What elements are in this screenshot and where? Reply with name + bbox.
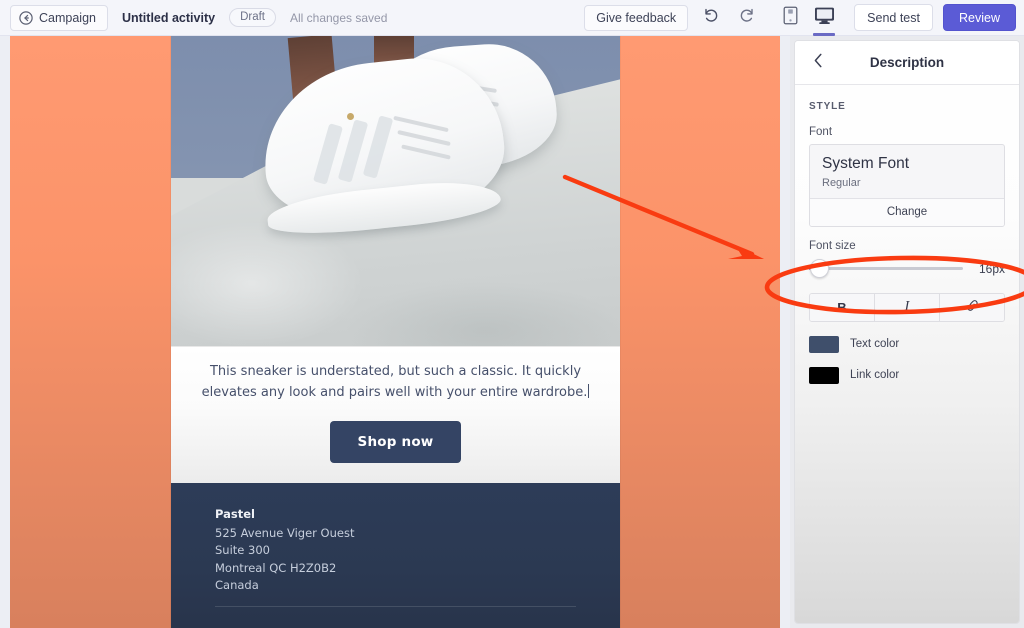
review-label: Review bbox=[959, 10, 1000, 25]
toolbar-left-group: Campaign Untitled activity Draft All cha… bbox=[0, 4, 388, 31]
font-size-slider-row: 16px bbox=[809, 258, 1005, 280]
text-cursor-caret bbox=[588, 384, 590, 399]
footer-address-line-4: Canada bbox=[215, 578, 259, 593]
footer-company-name: Pastel bbox=[215, 507, 255, 521]
photo-eyelet bbox=[347, 113, 354, 120]
description-text-content: This sneaker is understated, but such a … bbox=[201, 364, 588, 401]
undo-button[interactable] bbox=[698, 5, 724, 31]
text-format-button-group: B I bbox=[809, 292, 1005, 322]
email-canvas[interactable]: This sneaker is understated, but such a … bbox=[0, 36, 790, 628]
slider-thumb[interactable] bbox=[810, 259, 829, 279]
slider-track bbox=[809, 267, 963, 271]
footer-divider bbox=[215, 606, 576, 607]
text-color-row: Text color bbox=[809, 335, 1005, 353]
link-color-label: Link color bbox=[850, 369, 900, 382]
change-font-button[interactable]: Change bbox=[810, 197, 1004, 226]
description-body-text[interactable]: This sneaker is understated, but such a … bbox=[197, 361, 594, 403]
italic-button[interactable]: I bbox=[874, 293, 939, 321]
description-text-block[interactable]: This sneaker is understated, but such a … bbox=[171, 346, 620, 483]
panel-body: STYLE Font System Font Regular Change Fo… bbox=[795, 85, 1019, 384]
font-weight-value: Regular bbox=[822, 176, 861, 189]
properties-panel: Description STYLE Font System Font Regul… bbox=[790, 36, 1024, 628]
panel-title: Description bbox=[869, 55, 945, 70]
status-badge: Draft bbox=[229, 8, 276, 27]
text-color-label: Text color bbox=[850, 338, 900, 351]
chevron-left-icon bbox=[813, 53, 824, 73]
top-toolbar: Campaign Untitled activity Draft All cha… bbox=[0, 0, 1024, 36]
review-button[interactable]: Review bbox=[943, 4, 1016, 31]
email-background-sheet[interactable]: This sneaker is understated, but such a … bbox=[10, 36, 780, 628]
cta-container: Shop now bbox=[197, 421, 594, 464]
font-name-value: System Font bbox=[822, 155, 909, 172]
panel-header: Description bbox=[795, 41, 1019, 85]
font-size-value: 16px bbox=[978, 261, 1005, 276]
save-status-text: All changes saved bbox=[289, 10, 388, 25]
font-size-label: Font size bbox=[809, 239, 856, 252]
panel-back-button[interactable] bbox=[807, 52, 829, 74]
link-color-row: Link color bbox=[809, 366, 1005, 384]
desktop-monitor-icon bbox=[814, 6, 835, 30]
campaign-button-label: Campaign bbox=[39, 10, 96, 25]
redo-icon bbox=[738, 6, 756, 29]
send-test-button[interactable]: Send test bbox=[854, 4, 933, 31]
activity-title: Untitled activity bbox=[121, 10, 216, 25]
email-footer-block[interactable]: Pastel 525 Avenue Viger Ouest Suite 300 … bbox=[171, 483, 620, 628]
link-chain-icon bbox=[965, 298, 980, 316]
style-section-label: STYLE bbox=[809, 101, 846, 112]
desktop-preview-button[interactable] bbox=[810, 0, 838, 36]
link-button[interactable] bbox=[939, 293, 1004, 321]
campaign-back-button[interactable]: Campaign bbox=[10, 4, 108, 31]
preview-device-toggle-group bbox=[776, 0, 838, 36]
text-color-swatch[interactable] bbox=[809, 335, 839, 353]
hero-image-block[interactable] bbox=[171, 36, 620, 346]
email-content-column[interactable]: This sneaker is understated, but such a … bbox=[171, 36, 620, 628]
footer-address-line-3: Montreal QC H2Z0B2 bbox=[215, 560, 337, 575]
shop-now-button[interactable]: Shop now bbox=[329, 421, 462, 464]
toolbar-right-group: Give feedback Send test Review bbox=[584, 0, 1024, 36]
link-color-swatch[interactable] bbox=[809, 366, 839, 384]
font-size-slider[interactable] bbox=[809, 259, 963, 279]
footer-address-line-1: 525 Avenue Viger Ouest bbox=[215, 526, 355, 540]
give-feedback-button[interactable]: Give feedback bbox=[584, 4, 689, 31]
font-field-label: Font bbox=[809, 126, 833, 138]
give-feedback-label: Give feedback bbox=[596, 10, 677, 25]
mobile-device-icon bbox=[783, 6, 798, 30]
email-editor-app: Campaign Untitled activity Draft All cha… bbox=[0, 0, 1024, 628]
font-selector-display: System Font Regular bbox=[810, 145, 1004, 198]
redo-button[interactable] bbox=[734, 5, 760, 31]
font-selector-card[interactable]: System Font Regular Change bbox=[809, 144, 1005, 227]
bold-button[interactable]: B bbox=[810, 293, 874, 321]
properties-panel-card: Description STYLE Font System Font Regul… bbox=[795, 41, 1019, 623]
undo-icon bbox=[702, 6, 720, 29]
back-arrow-circle-icon bbox=[19, 10, 33, 25]
footer-address-line-2: Suite 300 bbox=[215, 543, 270, 558]
send-test-label: Send test bbox=[867, 10, 920, 25]
mobile-preview-button[interactable] bbox=[776, 0, 804, 36]
